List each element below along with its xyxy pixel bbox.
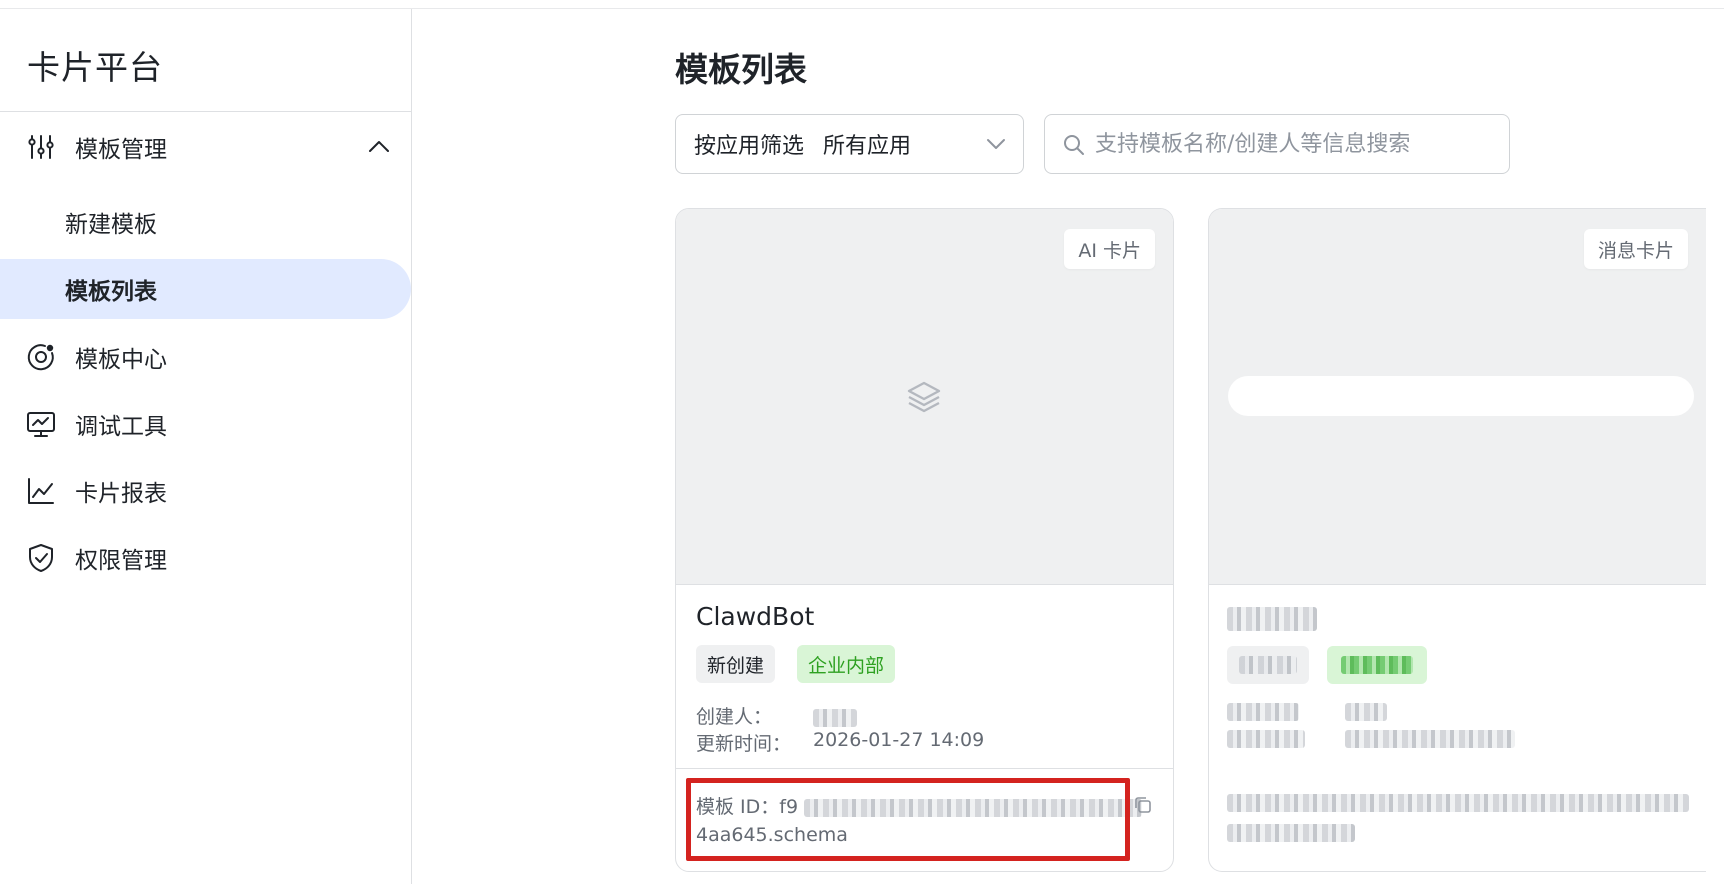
card-preview: AI 卡片 [676,209,1173,585]
line-chart-icon [26,476,56,506]
sidebar-item-card-reports[interactable]: 卡片报表 [0,461,411,521]
template-id-redacted [804,798,1143,817]
sidebar-item-template-management[interactable]: 模板管理 [0,117,411,177]
sidebar-item-label: 模板列表 [65,279,157,305]
template-id: 模板 ID：f9 [696,792,1143,819]
chevron-down-icon [987,139,1005,149]
card-divider [676,768,1173,769]
sidebar-item-template-center[interactable]: 模板中心 [0,327,411,387]
card-name: ClawdBot [696,602,815,631]
status-badge: 新创建 [696,645,776,683]
layers-icon [907,381,941,413]
sidebar-item-label: 新建模板 [65,212,157,238]
sidebar: 卡片平台 模板管理 新建模板 模板列表 模板中心 调试工具 卡片报表 权限管理 [0,9,412,884]
template-id-prefix: f9 [779,796,799,818]
app-filter-select[interactable]: 按应用筛选 所有应用 [675,114,1024,174]
page-title: 模板列表 [675,50,807,89]
creator-redacted [1227,703,1299,721]
template-id-label: 模板 ID： [696,796,780,818]
creator-value-redacted [1345,703,1387,721]
brand-divider [0,111,411,112]
updated-value-redacted [1345,730,1515,748]
template-id-suffix-redacted [1227,824,1355,842]
template-card[interactable]: AI 卡片 ClawdBot 新创建 企业内部 创建人： 更新时间： 2026-… [675,208,1174,872]
chevron-up-icon[interactable] [366,134,392,160]
sliders-icon [26,132,56,162]
sidebar-item-debug-tools[interactable]: 调试工具 [0,394,411,454]
monitor-icon [26,409,56,439]
template-card[interactable]: 消息卡片 [1208,208,1706,872]
card-preview: 消息卡片 [1209,209,1706,585]
status-badge-redacted [1227,646,1309,684]
brand-title: 卡片平台 [27,48,163,87]
updated-redacted [1227,730,1305,748]
template-search [1044,114,1510,174]
sidebar-item-label: 卡片报表 [75,481,167,507]
filter-label: 按应用筛选 [694,134,805,159]
sidebar-item-permission-management[interactable]: 权限管理 [0,528,411,588]
scope-badge-redacted [1327,646,1427,684]
sidebar-item-new-template[interactable]: 新建模板 [0,192,411,252]
card-type-badge: AI 卡片 [1064,229,1155,269]
card-name-redacted [1227,607,1317,631]
sidebar-item-label: 模板管理 [75,137,167,163]
sidebar-item-label: 权限管理 [75,548,167,574]
creator-label: 创建人： [696,706,773,728]
updated-value: 2026-01-27 14:09 [813,729,985,751]
sidebar-item-template-list[interactable]: 模板列表 [0,259,411,319]
template-id-redacted [1227,794,1689,812]
search-input[interactable] [1095,125,1495,163]
sidebar-item-label: 模板中心 [75,347,167,373]
sidebar-item-label: 调试工具 [75,414,167,440]
template-center-icon [26,342,56,372]
copy-icon[interactable] [1133,795,1153,815]
scope-badge: 企业内部 [797,645,896,683]
template-id-suffix: 4aa645.schema [696,824,848,846]
filter-value: 所有应用 [823,134,912,159]
creator-value-redacted [813,706,857,728]
card-type-badge: 消息卡片 [1583,229,1688,269]
updated-label: 更新时间： [696,733,792,755]
shield-icon [26,543,56,573]
preview-placeholder-bar [1228,376,1694,416]
search-icon [1064,135,1084,155]
